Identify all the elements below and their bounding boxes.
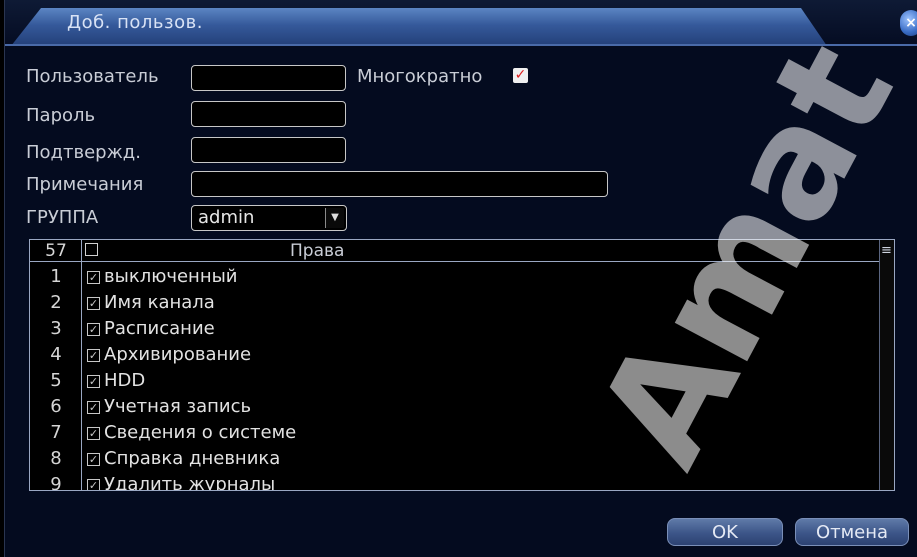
row-checkbox[interactable]: ✓	[87, 271, 100, 284]
table-row[interactable]: 4 ✓ Архивирование	[30, 344, 880, 370]
confirm-label: Подтвержд.	[26, 142, 141, 163]
row-label: Учетная запись	[104, 396, 252, 417]
group-select-value: admin	[198, 207, 255, 228]
table-row[interactable]: 7 ✓ Сведения о системе	[30, 422, 880, 448]
row-number: 9	[50, 474, 62, 490]
row-checkbox[interactable]: ✓	[87, 401, 100, 414]
confirm-field[interactable]	[191, 137, 346, 163]
multi-label: Многократно	[357, 66, 483, 87]
table-row[interactable]: 9 ✓ Удалить журналы	[30, 474, 880, 490]
table-row[interactable]: 3 ✓ Расписание	[30, 318, 880, 344]
group-select[interactable]: admin ▼	[191, 205, 347, 231]
row-checkbox[interactable]: ✓	[87, 479, 100, 490]
user-field[interactable]	[191, 65, 346, 91]
rights-header: Права	[290, 241, 345, 261]
row-checkbox[interactable]: ✓	[87, 297, 100, 310]
password-label: Пароль	[26, 105, 96, 126]
rights-count: 57	[45, 241, 67, 261]
rights-table-header: 57 Права	[30, 240, 894, 262]
row-number: 8	[50, 448, 62, 469]
title-bar: Доб. пользов. ×	[5, 0, 917, 46]
select-all-checkbox[interactable]	[85, 243, 98, 256]
cancel-button[interactable]: Отмена	[795, 518, 909, 546]
row-number: 4	[50, 344, 62, 365]
table-row[interactable]: 2 ✓ Имя канала	[30, 292, 880, 318]
table-row[interactable]: 6 ✓ Учетная запись	[30, 396, 880, 422]
header-divider	[81, 240, 82, 261]
chevron-down-icon[interactable]: ▼	[325, 208, 344, 228]
multi-checkbox[interactable]: ✓	[513, 68, 528, 83]
notes-field[interactable]	[191, 171, 608, 197]
menu-icon[interactable]: ≡	[881, 244, 892, 257]
add-user-window: Доб. пользов. × Пользователь Многократно…	[4, 0, 917, 557]
password-field[interactable]	[191, 101, 346, 127]
table-row[interactable]: 5 ✓ HDD	[30, 370, 880, 396]
row-label: выключенный	[104, 266, 238, 287]
group-label: ГРУППА	[26, 207, 99, 228]
row-label: Имя канала	[104, 292, 215, 313]
rights-table: 57 Права 1 ✓ выключенный 2 ✓ Имя канала 3 ✓ Расп…	[29, 239, 895, 491]
row-number: 1	[50, 266, 62, 287]
row-label: Удалить журналы	[104, 474, 276, 490]
row-number: 5	[50, 370, 62, 391]
ok-button[interactable]: OK	[667, 518, 783, 546]
row-number: 2	[50, 292, 62, 313]
scrollbar[interactable]: ≡	[879, 240, 894, 490]
notes-label: Примечания	[26, 174, 144, 195]
row-label: HDD	[104, 370, 146, 391]
row-number: 3	[50, 318, 62, 339]
row-checkbox[interactable]: ✓	[87, 323, 100, 336]
user-label: Пользователь	[26, 66, 159, 87]
rights-list: 1 ✓ выключенный 2 ✓ Имя канала 3 ✓ Расписание 4 ✓ А…	[30, 262, 880, 490]
row-label: Сведения о системе	[104, 422, 297, 443]
title-underline	[5, 44, 917, 46]
row-label: Расписание	[104, 318, 215, 339]
row-checkbox[interactable]: ✓	[87, 375, 100, 388]
row-checkbox[interactable]: ✓	[87, 427, 100, 440]
row-label: Справка дневника	[104, 448, 281, 469]
table-row[interactable]: 1 ✓ выключенный	[30, 266, 880, 292]
row-label: Архивирование	[104, 344, 252, 365]
window-title: Доб. пользов.	[67, 12, 203, 33]
table-row[interactable]: 8 ✓ Справка дневника	[30, 448, 880, 474]
close-button[interactable]: ×	[900, 10, 917, 36]
row-checkbox[interactable]: ✓	[87, 349, 100, 362]
row-number: 7	[50, 422, 62, 443]
row-checkbox[interactable]: ✓	[87, 453, 100, 466]
row-number: 6	[50, 396, 62, 417]
